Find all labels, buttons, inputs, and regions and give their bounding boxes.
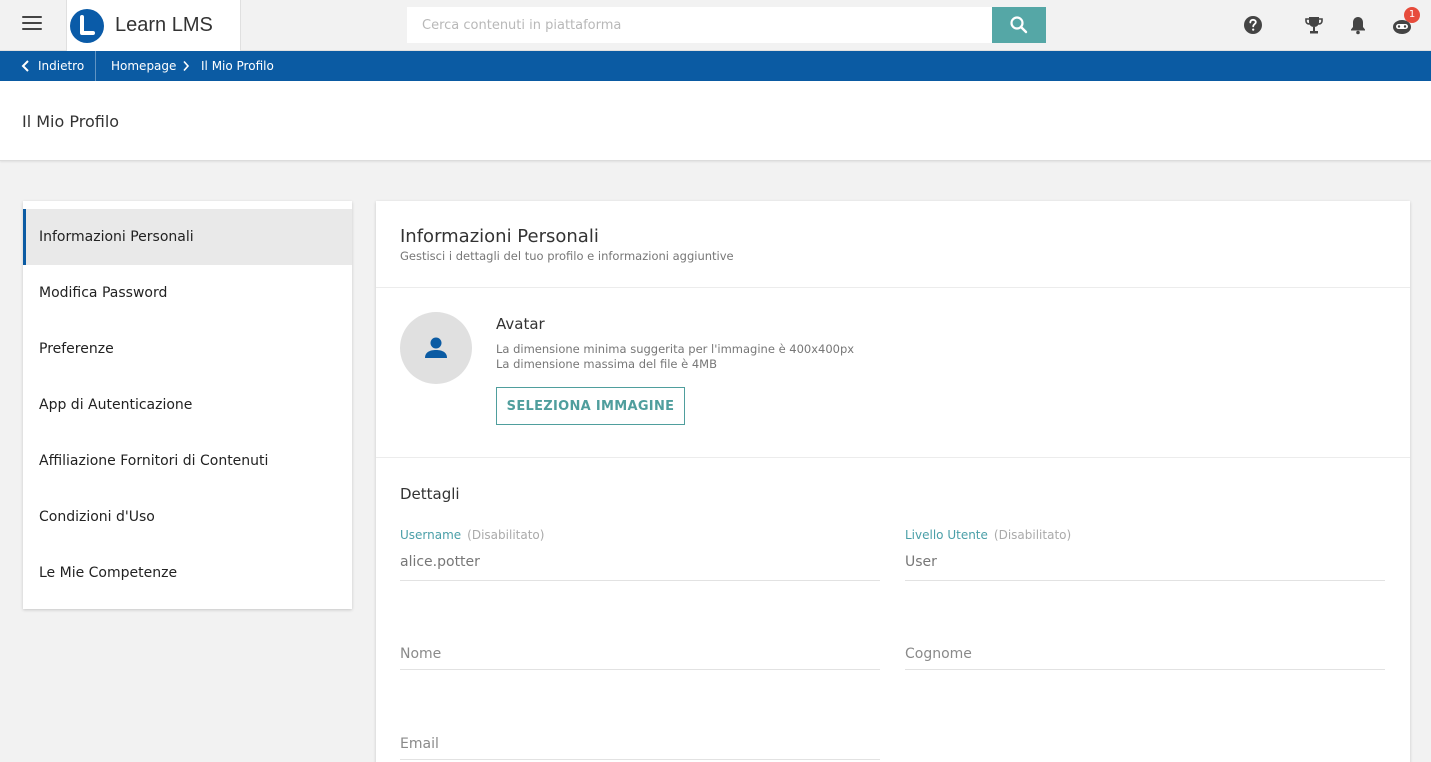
menu-item-label: Preferenze xyxy=(39,341,114,357)
divider xyxy=(376,287,1410,288)
menu-item-change-password[interactable]: Modifica Password xyxy=(23,265,352,321)
trophy-icon[interactable] xyxy=(1302,13,1326,37)
username-label: Username (Disabilitato) xyxy=(400,528,544,542)
menu-item-label: Le Mie Competenze xyxy=(39,565,178,581)
disabled-note: (Disabilitato) xyxy=(467,528,545,542)
page-header: Il Mio Profilo xyxy=(0,81,1431,161)
notification-badge: 1 xyxy=(1404,7,1420,23)
menu-item-personal-info[interactable]: Informazioni Personali xyxy=(23,209,352,265)
menu-item-content-providers[interactable]: Affiliazione Fornitori di Contenuti xyxy=(23,433,352,489)
help-icon[interactable] xyxy=(1241,13,1265,37)
menu-item-terms-of-use[interactable]: Condizioni d'Uso xyxy=(23,489,352,545)
username-label-text: Username xyxy=(400,528,462,542)
menu-item-label: Condizioni d'Uso xyxy=(39,509,155,525)
section-subtitle: Gestisci i dettagli del tuo profilo e in… xyxy=(400,249,734,263)
menu-item-label: Modifica Password xyxy=(39,285,168,301)
back-label: Indietro xyxy=(38,59,85,73)
search-input[interactable] xyxy=(407,7,992,43)
select-image-button[interactable]: SELEZIONA IMMAGINE xyxy=(496,387,685,425)
menu-icon[interactable] xyxy=(22,16,42,34)
breadcrumb-current: Il Mio Profilo xyxy=(201,59,274,73)
profile-menu: Informazioni Personali Modifica Password… xyxy=(23,201,352,609)
avatar-min-size-hint: La dimensione minima suggerita per l'imm… xyxy=(496,342,855,356)
field-underline xyxy=(905,580,1385,581)
menu-item-my-skills[interactable]: Le Mie Competenze xyxy=(23,545,352,601)
search-icon xyxy=(1010,16,1028,34)
app-name: Learn LMS xyxy=(115,14,213,36)
field-underline xyxy=(400,580,880,581)
menu-item-authenticator-app[interactable]: App di Autenticazione xyxy=(23,377,352,433)
menu-item-label: App di Autenticazione xyxy=(39,397,193,413)
menu-item-label: Affiliazione Fornitori di Contenuti xyxy=(39,453,269,469)
user-icon xyxy=(425,337,447,358)
avatar xyxy=(400,312,472,384)
search-button[interactable] xyxy=(992,7,1046,43)
chevron-right-icon xyxy=(183,60,190,72)
breadcrumb: Indietro Homepage Il Mio Profilo xyxy=(0,51,1431,81)
user-level-label: Livello Utente (Disabilitato) xyxy=(905,528,1071,542)
logo-mark-icon xyxy=(70,9,104,43)
personal-info-card: Informazioni Personali Gestisci i dettag… xyxy=(376,201,1410,762)
disabled-note: (Disabilitato) xyxy=(993,528,1072,542)
breadcrumb-home-link[interactable]: Homepage xyxy=(111,59,176,73)
top-bar: Learn LMS Cerca contenuti in piattaforma… xyxy=(0,0,1431,51)
app-logo[interactable]: Learn LMS xyxy=(66,0,241,51)
email-field[interactable] xyxy=(400,728,880,760)
menu-item-label: Informazioni Personali xyxy=(39,229,194,245)
bell-icon[interactable] xyxy=(1346,13,1370,37)
details-title: Dettagli xyxy=(400,485,460,503)
chevron-left-icon xyxy=(21,60,29,72)
back-button[interactable]: Indietro xyxy=(0,51,96,81)
avatar-title: Avatar xyxy=(496,315,545,333)
last-name-field[interactable] xyxy=(905,638,1385,670)
avatar-max-size-hint: La dimensione massima del file è 4MB xyxy=(496,357,717,371)
user-level-value: User xyxy=(905,554,937,570)
page-title: Il Mio Profilo xyxy=(22,112,120,131)
username-value: alice.potter xyxy=(400,554,480,570)
user-level-label-text: Livello Utente xyxy=(905,528,988,542)
first-name-field[interactable] xyxy=(400,638,880,670)
section-title: Informazioni Personali xyxy=(400,226,599,247)
menu-item-preferences[interactable]: Preferenze xyxy=(23,321,352,377)
divider xyxy=(376,457,1410,458)
